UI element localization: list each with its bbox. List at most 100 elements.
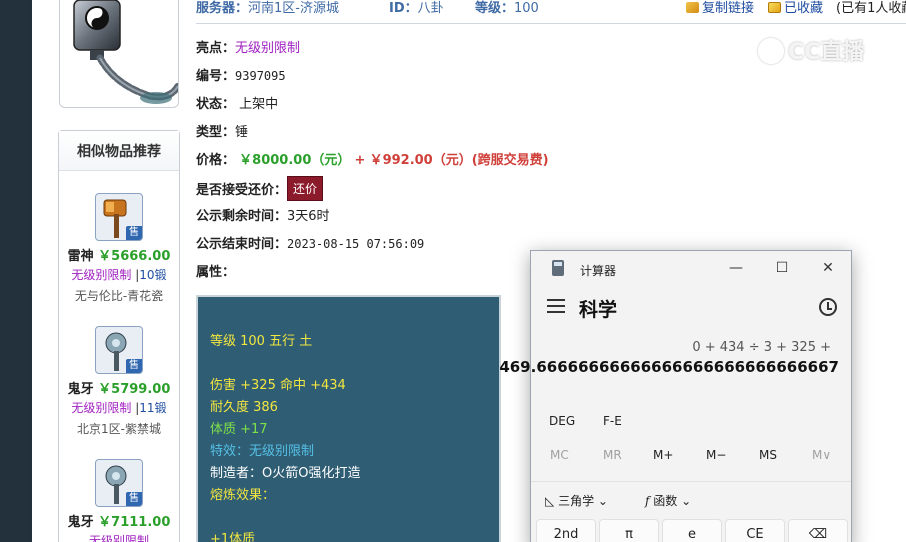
calculator-title: 计算器 xyxy=(580,264,617,278)
type-label: 类型： xyxy=(196,125,236,140)
favorite-count: (已有1人收藏 xyxy=(836,1,906,16)
euler-key[interactable]: e xyxy=(662,519,722,542)
similar-items-title: 相似物品推荐 xyxy=(59,131,179,171)
recommend-server: 北京1区-紫禁城 xyxy=(77,422,161,436)
attr-constitution: 体质 +17 xyxy=(210,422,268,437)
item-image xyxy=(59,0,179,108)
watermark-text: CC直播 xyxy=(788,40,865,65)
memory-recall-button[interactable]: MR xyxy=(603,448,622,462)
counter-offer-row: 是否接受还价： 还价 xyxy=(196,176,324,201)
minimize-button[interactable]: — xyxy=(721,257,751,279)
mace-icon[interactable]: 售 xyxy=(95,326,143,374)
calculator-expression: 0 + 434 ÷ 3 + 325 + xyxy=(692,340,831,355)
recommend-tags: 无级别限制 xyxy=(59,532,179,542)
copy-link-button[interactable]: 复制链接 xyxy=(686,0,754,16)
highlight-label: 亮点： xyxy=(196,41,236,56)
backspace-key[interactable]: ⌫ xyxy=(788,519,848,542)
calculator-result: 469.66666666666666666666666666667 xyxy=(499,358,839,376)
calculator-mode-title: 科学 xyxy=(579,299,618,321)
counter-offer-button[interactable]: 还价 xyxy=(287,176,324,201)
memory-clear-button[interactable]: MC xyxy=(550,448,569,462)
recommend-name: 鬼牙 xyxy=(67,382,94,397)
calculator-divider xyxy=(531,481,851,482)
server-value: 河南1区-济源城 xyxy=(248,1,339,16)
favorite-button[interactable]: 已收藏 xyxy=(768,0,823,16)
price-row: 价格： ￥8000.00（元） + ￥992.00（元）(跨服交易费) xyxy=(196,149,549,168)
similar-items-panel: 相似物品推荐 售 雷神 ￥5666.00 无级别限制 |10锻 无与伦比-青花瓷… xyxy=(58,130,180,542)
counter-offer-label: 是否接受还价： xyxy=(196,183,288,198)
copy-link-icon xyxy=(686,2,699,13)
stream-watermark: CC直播 xyxy=(758,34,864,66)
attr-damage-hit: 伤害 +325 命中 +434 xyxy=(210,378,346,393)
sell-badge: 售 xyxy=(126,226,142,240)
chevron-down-icon: ⌄ xyxy=(597,494,608,508)
recommend-server: 无与伦比-青花瓷 xyxy=(74,289,164,303)
highlight-row: 亮点：无级别限制 xyxy=(196,37,300,56)
recommend-price: ￥7111.00 xyxy=(98,515,171,530)
recommend-name: 鬼牙 xyxy=(67,515,94,530)
highlight-value: 无级别限制 xyxy=(235,41,301,56)
remaining-time-value: 3天6时 xyxy=(287,209,330,224)
favorite-label: 已收藏 xyxy=(784,1,824,16)
server-label: 服务器： xyxy=(196,1,249,16)
function-dropdown[interactable]: f 函数 ⌄ xyxy=(645,492,691,509)
memory-subtract-button[interactable]: M− xyxy=(706,448,726,462)
attr-durability: 耐久度 386 xyxy=(210,400,278,415)
recommend-tags: 无级别限制 |10锻 xyxy=(59,266,179,283)
maximize-button[interactable]: ☐ xyxy=(767,257,797,279)
seller-level-info: 等级：100 xyxy=(475,0,539,16)
type-value: 锤 xyxy=(235,125,249,140)
browser-page: 服务器：河南1区-济源城 ID：八卦 等级：100 复制链接 已收藏 (已有1人… xyxy=(0,0,906,542)
memory-add-button[interactable]: M+ xyxy=(653,448,673,462)
copy-link-label: 复制链接 xyxy=(702,1,755,16)
trig-label: 三角学 xyxy=(558,494,595,508)
level-value: 100 xyxy=(514,1,539,16)
triangle-ruler-icon: ◺ xyxy=(545,494,555,508)
number-label: 编号： xyxy=(196,69,236,84)
second-function-key[interactable]: 2nd xyxy=(536,519,596,542)
status-value: 上架中 xyxy=(239,97,279,112)
trig-dropdown[interactable]: ◺ 三角学 ⌄ xyxy=(545,492,608,509)
recommend-level: 无级别限制 xyxy=(88,534,149,542)
hamburger-menu-icon[interactable] xyxy=(547,299,565,313)
pi-key[interactable]: π xyxy=(599,519,659,542)
page-side-background xyxy=(0,0,30,542)
server-info: 服务器：河南1区-济源城 xyxy=(196,0,339,16)
recommend-price: ￥5666.00 xyxy=(98,249,171,264)
fe-toggle-button[interactable]: F-E xyxy=(603,414,622,428)
deg-toggle-button[interactable]: DEG xyxy=(549,414,575,428)
clear-entry-key[interactable]: CE xyxy=(725,519,785,542)
attr-maker: 制造者：O火箭O强化打造 xyxy=(210,466,361,481)
function-label: 函数 xyxy=(653,494,678,508)
function-icon: f xyxy=(645,494,650,508)
memory-list-button[interactable]: M∨ xyxy=(812,448,831,462)
attributes-label: 属性： xyxy=(196,265,236,280)
attr-special-effect: 特效：无级别限制 xyxy=(210,444,315,459)
close-button[interactable]: ✕ xyxy=(813,257,843,279)
mace-icon[interactable]: 售 xyxy=(95,459,143,507)
favorite-icon xyxy=(768,2,781,13)
memory-store-button[interactable]: MS xyxy=(759,448,777,462)
calculator-app-icon xyxy=(552,260,564,276)
status-row: 状态： 上架中 xyxy=(196,93,278,112)
watermark-logo-icon xyxy=(758,38,784,64)
number-row: 编号：9397095 xyxy=(196,65,286,84)
sell-badge: 售 xyxy=(126,492,142,506)
chevron-down-icon: ⌄ xyxy=(681,494,692,508)
recommend-tags: 无级别限制 |11锻 xyxy=(59,399,179,416)
hammer-icon[interactable]: 售 xyxy=(95,193,143,241)
recommend-name: 雷神 xyxy=(67,249,94,264)
attributes-row: 属性： xyxy=(196,261,235,280)
id-value: 八卦 xyxy=(417,1,444,16)
remaining-time-label: 公示剩余时间： xyxy=(196,209,288,224)
recommend-level: 无级别限制 xyxy=(71,401,132,415)
level-label: 等级： xyxy=(475,1,515,16)
recommend-forge: 10锻 xyxy=(139,268,167,282)
sell-badge: 售 xyxy=(126,359,142,373)
attr-refine-value: +1体质 xyxy=(210,532,256,542)
history-icon[interactable] xyxy=(819,298,837,316)
price-plus: + xyxy=(354,153,366,168)
end-time-row: 公示结束时间：2023-08-15 07:56:09 xyxy=(196,233,424,252)
seller-id-info: ID：八卦 xyxy=(389,0,444,16)
recommend-forge: 11锻 xyxy=(139,401,167,415)
